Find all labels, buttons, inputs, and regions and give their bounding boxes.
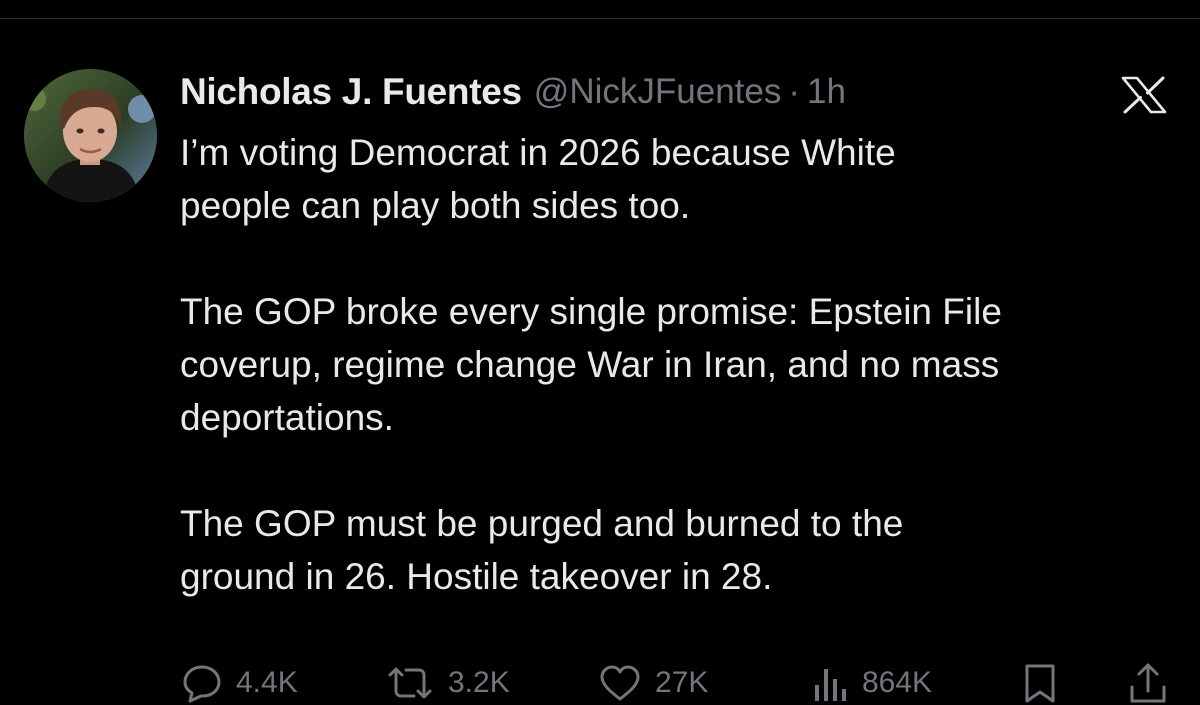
reply-bubble-icon: [180, 663, 224, 703]
avatar-photo: [24, 69, 157, 202]
repost-arrows-icon: [384, 663, 436, 703]
tweet-action-bar: 4.4K 3.2K 27K 864K: [0, 661, 1200, 705]
avatar[interactable]: [24, 69, 157, 202]
like-button[interactable]: 27K: [597, 661, 708, 705]
reply-button[interactable]: 4.4K: [180, 661, 298, 705]
tweet-text: I’m voting Democrat in 2026 because Whit…: [180, 126, 1180, 603]
tweet-header: Nicholas J. Fuentes @NickJFuentes · 1h: [180, 68, 846, 116]
tweet-timestamp[interactable]: 1h: [807, 72, 846, 112]
x-logo-icon[interactable]: [1118, 76, 1170, 114]
repost-count: 3.2K: [448, 666, 510, 699]
author-handle[interactable]: @NickJFuentes: [534, 72, 782, 112]
share-button[interactable]: [1126, 661, 1170, 705]
views-bar-chart-icon: [810, 663, 850, 703]
tweet-paragraph: I’m voting Democrat in 2026 because Whit…: [180, 132, 896, 226]
tweet-paragraph: The GOP must be purged and burned to the…: [180, 503, 904, 597]
reply-count: 4.4K: [236, 666, 298, 699]
view-count: 864K: [862, 666, 933, 699]
share-upload-icon: [1126, 661, 1170, 705]
heart-icon: [597, 663, 643, 703]
header-separator: ·: [788, 72, 800, 111]
views-button[interactable]: 864K: [810, 661, 932, 705]
bookmark-button[interactable]: [1018, 661, 1062, 705]
like-count: 27K: [655, 666, 709, 699]
tweet-paragraph: The GOP broke every single promise: Epst…: [180, 291, 1002, 438]
author-display-name[interactable]: Nicholas J. Fuentes: [180, 71, 522, 113]
top-divider: [0, 18, 1200, 19]
bookmark-icon: [1018, 661, 1062, 705]
repost-button[interactable]: 3.2K: [384, 661, 510, 705]
